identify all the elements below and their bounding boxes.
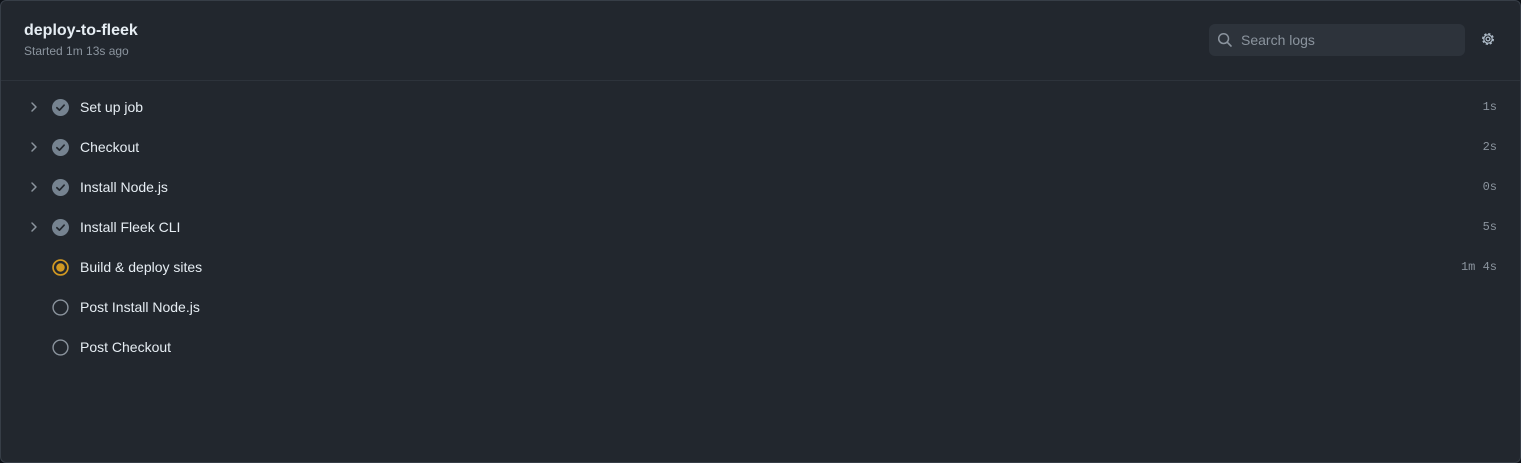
check-circle-icon (52, 99, 69, 116)
step-duration: 5s (1482, 220, 1497, 234)
step-name: Build & deploy sites (80, 259, 203, 275)
step-name: Install Fleek CLI (80, 219, 181, 235)
job-step[interactable]: Set up job 1s (1, 87, 1520, 127)
job-started-time: Started 1m 13s ago (24, 44, 129, 58)
job-title: deploy-to-fleek (24, 22, 138, 39)
job-step[interactable]: Install Node.js 0s (1, 167, 1520, 207)
step-name: Set up job (80, 99, 144, 115)
job-step[interactable]: Checkout 2s (1, 127, 1520, 167)
step-duration: 0s (1482, 180, 1497, 194)
job-step[interactable]: Install Fleek CLI 5s (1, 207, 1520, 247)
step-duration: 2s (1482, 140, 1497, 154)
search-logs-input[interactable] (1233, 24, 1465, 56)
job-step[interactable]: Post Checkout (1, 327, 1520, 367)
search-logs-box[interactable] (1209, 24, 1465, 56)
chevron-right-icon[interactable] (27, 180, 41, 194)
check-circle-icon (52, 179, 69, 196)
step-duration: 1s (1482, 100, 1497, 114)
chevron-right-icon[interactable] (27, 220, 41, 234)
search-icon (1217, 32, 1233, 48)
check-circle-icon (52, 219, 69, 236)
step-name: Post Install Node.js (80, 299, 200, 315)
in-progress-icon (52, 259, 69, 276)
job-step[interactable]: Post Install Node.js (1, 287, 1520, 327)
check-circle-icon (52, 139, 69, 156)
gear-icon (1480, 31, 1496, 52)
step-name: Install Node.js (80, 179, 168, 195)
settings-gear-button[interactable] (1479, 32, 1497, 50)
chevron-right-icon[interactable] (27, 140, 41, 154)
job-header: deploy-to-fleek Started 1m 13s ago (1, 1, 1520, 81)
job-step[interactable]: Build & deploy sites 1m 4s (1, 247, 1520, 287)
step-duration: 1m 4s (1460, 260, 1497, 274)
job-logs-panel: deploy-to-fleek Started 1m 13s ago Searc… (0, 0, 1521, 463)
queued-circle-icon (52, 299, 69, 316)
job-steps-list: Set up job 1s Checkout 2s Install Node.j… (1, 87, 1520, 367)
step-name: Post Checkout (80, 339, 172, 355)
step-name: Checkout (80, 139, 140, 155)
chevron-right-icon[interactable] (27, 100, 41, 114)
queued-circle-icon (52, 339, 69, 356)
